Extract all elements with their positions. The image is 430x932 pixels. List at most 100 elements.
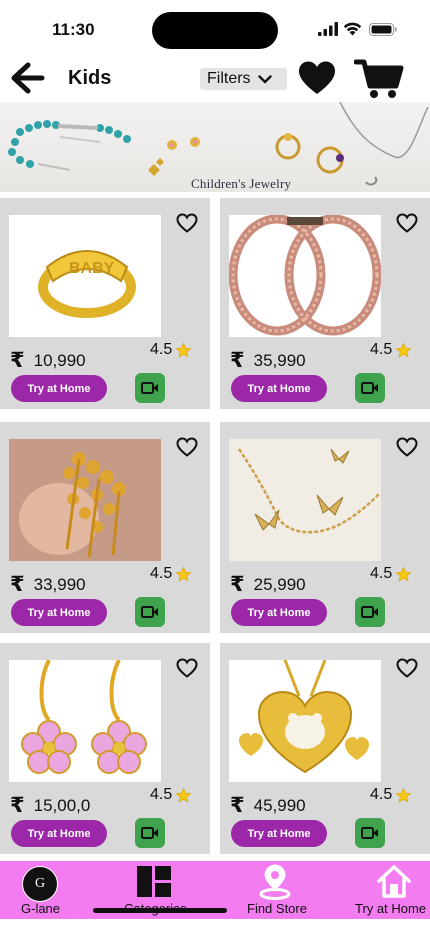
status-time: 11:30	[52, 20, 95, 39]
star-icon	[395, 566, 412, 582]
favorite-heart-icon[interactable]	[176, 213, 198, 233]
favorite-heart-icon[interactable]	[396, 213, 418, 233]
video-camera-icon	[361, 382, 378, 394]
video-call-button[interactable]	[355, 597, 385, 627]
battery-icon	[369, 23, 397, 36]
favorite-heart-icon[interactable]	[396, 437, 418, 457]
price-value: 33,990	[33, 574, 86, 594]
categories-icon	[137, 866, 171, 897]
product-price: ₹33,990	[10, 572, 86, 597]
product-card[interactable]: 4.5 ₹33,990 Try at Home	[0, 422, 210, 633]
filters-label: Filters	[207, 70, 251, 87]
product-price: ₹15,00,0	[10, 793, 90, 818]
nav-item-find-store[interactable]: Find Store	[240, 861, 312, 919]
video-call-button[interactable]	[135, 818, 165, 848]
price-value: 10,990	[33, 350, 86, 370]
product-card[interactable]: BABY 4.5 ₹10,990 Try at Home	[0, 198, 210, 409]
rupee-icon: ₹	[230, 573, 245, 596]
wifi-icon	[343, 22, 362, 36]
product-rating: 4.5	[150, 565, 192, 583]
price-value: 45,990	[253, 795, 306, 815]
video-camera-icon	[141, 606, 158, 618]
home-icon	[377, 865, 411, 898]
try-at-home-button[interactable]: Try at Home	[11, 599, 107, 626]
star-icon	[395, 787, 412, 803]
try-at-home-button[interactable]: Try at Home	[231, 820, 327, 847]
try-at-home-button[interactable]: Try at Home	[11, 375, 107, 402]
product-rating: 4.5	[150, 786, 192, 804]
shopping-cart-icon[interactable]	[354, 58, 404, 100]
product-image[interactable]: BABY	[9, 215, 161, 337]
video-call-button[interactable]	[355, 818, 385, 848]
product-image[interactable]	[9, 660, 161, 782]
dynamic-island	[152, 12, 278, 49]
location-pin-icon	[259, 864, 291, 900]
banner-caption: Children's Jewelry	[191, 176, 292, 191]
price-value: 15,00,0	[33, 795, 91, 815]
wishlist-heart-icon[interactable]	[297, 60, 337, 96]
rating-value: 4.5	[370, 341, 393, 358]
product-price: ₹35,990	[230, 348, 306, 373]
star-icon	[175, 787, 192, 803]
nav-label-find-store: Find Store	[247, 901, 307, 916]
star-icon	[395, 342, 412, 358]
rupee-icon: ₹	[230, 349, 245, 372]
try-at-home-button[interactable]: Try at Home	[231, 599, 327, 626]
g-lane-logo-text: G	[34, 876, 46, 891]
favorite-heart-icon[interactable]	[396, 658, 418, 678]
product-card[interactable]: 4.5 ₹35,990 Try at Home	[220, 198, 430, 409]
nav-item-g-lane[interactable]: G G-lane	[10, 861, 70, 919]
rupee-icon: ₹	[10, 349, 25, 372]
video-call-button[interactable]	[135, 597, 165, 627]
rating-value: 4.5	[370, 786, 393, 803]
page-title: Kids	[68, 67, 112, 89]
product-rating: 4.5	[150, 341, 192, 359]
nav-label-g-lane: G-lane	[21, 901, 61, 916]
nav-label-try-at-home: Try at Home	[355, 901, 427, 916]
product-image[interactable]	[229, 439, 381, 561]
promo-banner[interactable]: Children's Jewelry	[0, 102, 430, 192]
status-bar: 11:30	[0, 0, 430, 58]
video-call-button[interactable]	[135, 373, 165, 403]
video-camera-icon	[361, 606, 378, 618]
rupee-icon: ₹	[10, 794, 25, 817]
rating-value: 4.5	[150, 786, 173, 803]
back-arrow-icon[interactable]	[8, 60, 46, 96]
product-image[interactable]	[229, 215, 381, 337]
top-app-bar: Kids Filters	[0, 58, 430, 102]
product-price: ₹10,990	[10, 348, 86, 373]
favorite-heart-icon[interactable]	[176, 658, 198, 678]
star-icon	[175, 566, 192, 582]
product-image[interactable]	[9, 439, 161, 561]
product-rating: 4.5	[370, 565, 412, 583]
filters-button[interactable]: Filters	[200, 68, 287, 90]
product-rating: 4.5	[370, 786, 412, 804]
rating-value: 4.5	[370, 565, 393, 582]
nav-item-try-at-home[interactable]: Try at Home	[350, 861, 430, 919]
svg-text:BABY: BABY	[69, 260, 115, 277]
favorite-heart-icon[interactable]	[176, 437, 198, 457]
product-price: ₹45,990	[230, 793, 306, 818]
video-camera-icon	[141, 827, 158, 839]
price-value: 25,990	[253, 574, 306, 594]
rupee-icon: ₹	[10, 573, 25, 596]
product-rating: 4.5	[370, 341, 412, 359]
rating-value: 4.5	[150, 565, 173, 582]
video-call-button[interactable]	[355, 373, 385, 403]
product-card[interactable]: 4.5 ₹25,990 Try at Home	[220, 422, 430, 633]
g-lane-logo: G	[22, 866, 58, 902]
product-card[interactable]: 4.5 ₹15,00,0 Try at Home	[0, 643, 210, 854]
cellular-signal-icon	[318, 22, 338, 36]
product-price: ₹25,990	[230, 572, 306, 597]
star-icon	[175, 342, 192, 358]
chevron-down-icon	[257, 74, 272, 83]
video-camera-icon	[141, 382, 158, 394]
rating-value: 4.5	[150, 341, 173, 358]
home-indicator	[93, 908, 227, 913]
try-at-home-button[interactable]: Try at Home	[231, 375, 327, 402]
try-at-home-button[interactable]: Try at Home	[11, 820, 107, 847]
product-card[interactable]: 4.5 ₹45,990 Try at Home	[220, 643, 430, 854]
product-image[interactable]	[229, 660, 381, 782]
rupee-icon: ₹	[230, 794, 245, 817]
video-camera-icon	[361, 827, 378, 839]
